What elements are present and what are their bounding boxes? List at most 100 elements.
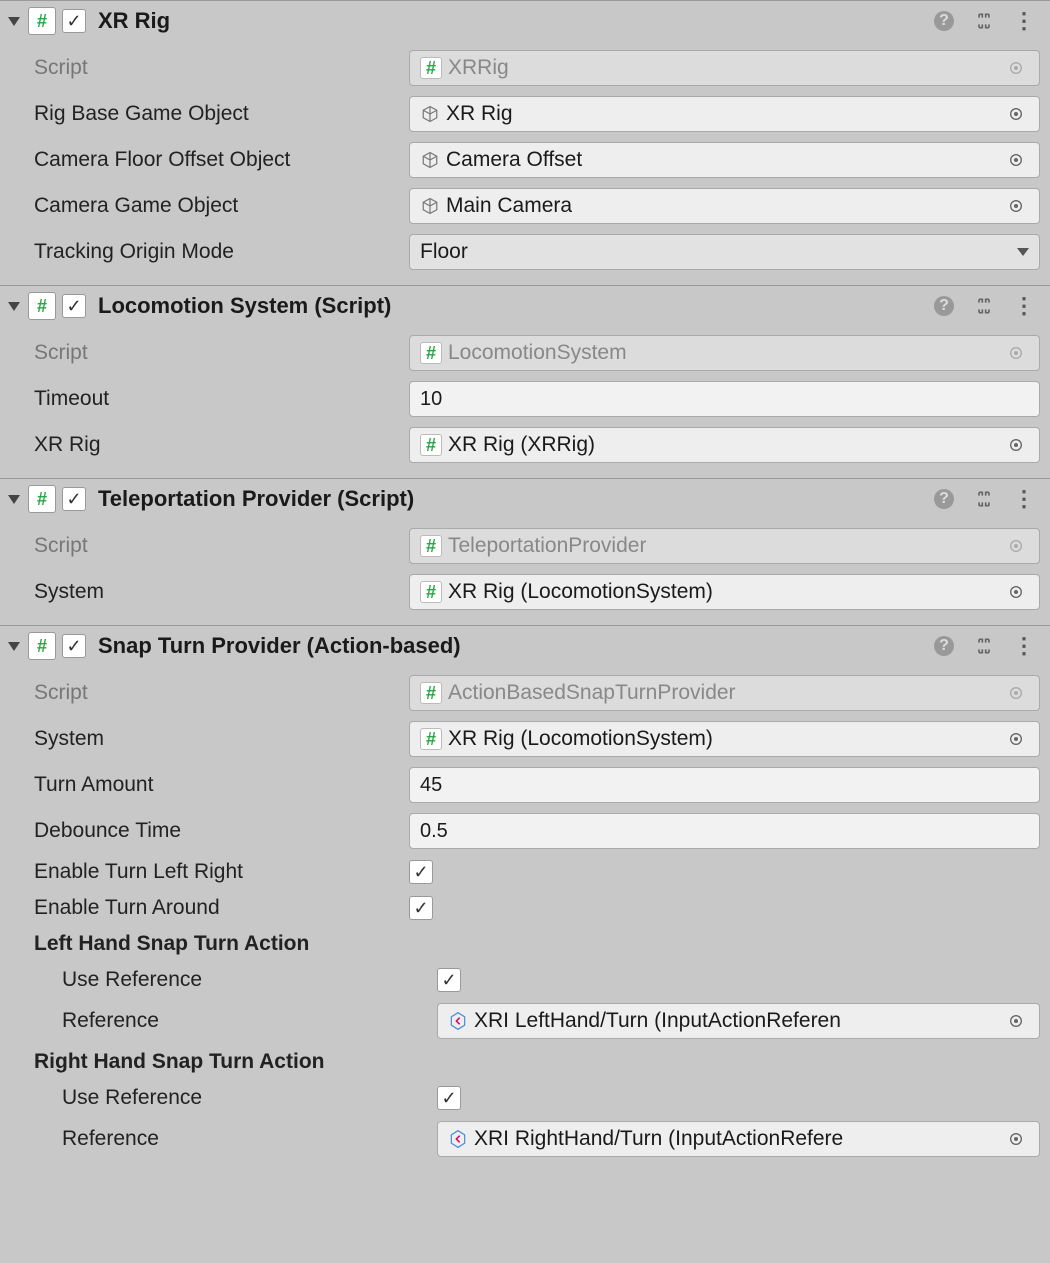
object-picker-button[interactable] (1003, 198, 1029, 214)
preset-icon[interactable] (972, 634, 996, 658)
object-field[interactable]: # XR Rig (LocomotionSystem) (409, 721, 1040, 757)
object-field-value: Main Camera (446, 194, 572, 218)
object-field: #LocomotionSystem (409, 335, 1040, 371)
object-field[interactable]: Camera Offset (409, 142, 1040, 178)
checkbox[interactable] (437, 1086, 461, 1110)
property-row: Camera Game ObjectMain Camera (34, 183, 1040, 229)
component-teleport: #Teleportation Provider (Script) Script # T… (0, 478, 1050, 625)
gameobject-icon (420, 196, 440, 216)
gameobject-icon (420, 104, 440, 124)
object-picker-button[interactable] (1003, 106, 1029, 122)
component-body: Script#LocomotionSystemTimeout10XR Rig#X… (0, 326, 1050, 478)
component-header[interactable]: # Locomotion System (Script) (0, 286, 1050, 326)
object-picker-button[interactable] (1003, 1013, 1029, 1029)
object-field-value: XR Rig (LocomotionSystem) (448, 580, 713, 604)
text-input-value: 45 (420, 774, 442, 797)
context-menu-icon[interactable] (1012, 487, 1036, 511)
object-field-value: TeleportationProvider (448, 534, 646, 558)
context-menu-icon[interactable] (1012, 634, 1036, 658)
object-field[interactable]: XRI RightHand/Turn (InputActionRefere (437, 1121, 1040, 1157)
property-label: Rig Base Game Object (34, 102, 409, 126)
component-header[interactable]: #Snap Turn Provider (Action-based) (0, 626, 1050, 666)
dropdown-field[interactable]: Floor (409, 234, 1040, 270)
hash-icon: # (420, 535, 442, 557)
foldout-toggle[interactable] (8, 495, 20, 504)
property-label: Tracking Origin Mode (34, 240, 409, 264)
object-field-value: XRI LeftHand/Turn (InputActionReferen (474, 1009, 841, 1033)
property-label: Use Reference (62, 1086, 437, 1110)
checkbox[interactable] (409, 896, 433, 920)
context-menu-icon[interactable] (1012, 294, 1036, 318)
property-row: ReferenceXRI LeftHand/Turn (InputActionR… (34, 998, 1040, 1044)
object-field-value: XR Rig (LocomotionSystem) (448, 727, 713, 751)
object-field[interactable]: # XR Rig (LocomotionSystem) (409, 574, 1040, 610)
component-enabled-checkbox[interactable] (62, 487, 86, 511)
object-field[interactable]: Main Camera (409, 188, 1040, 224)
text-input[interactable]: 0.5 (409, 813, 1040, 849)
property-label: Reference (62, 1127, 437, 1151)
component-header[interactable]: #XR Rig (0, 1, 1050, 41)
object-field: # TeleportationProvider (409, 528, 1040, 564)
property-row: Rig Base Game ObjectXR Rig (34, 91, 1040, 137)
context-menu-icon[interactable] (1012, 9, 1036, 33)
property-row: Enable Turn Left Right (34, 854, 1040, 890)
property-label: Enable Turn Left Right (34, 860, 409, 884)
help-icon[interactable] (932, 9, 956, 33)
object-picker-button (1003, 685, 1029, 701)
object-field-value: XR Rig (XRRig) (448, 433, 595, 457)
object-picker-button[interactable] (1003, 437, 1029, 453)
script-icon: # (28, 292, 56, 320)
object-picker-button[interactable] (1003, 584, 1029, 600)
property-row: ReferenceXRI RightHand/Turn (InputAction… (34, 1116, 1040, 1162)
component-enabled-checkbox[interactable] (62, 634, 86, 658)
object-field-value: LocomotionSystem (448, 341, 627, 365)
component-title: XR Rig (98, 8, 926, 34)
preset-icon[interactable] (972, 9, 996, 33)
component-body: Script#XRRigRig Base Game ObjectXR RigCa… (0, 41, 1050, 285)
dropdown-value: Floor (420, 240, 468, 264)
checkbox[interactable] (409, 860, 433, 884)
object-picker-button[interactable] (1003, 152, 1029, 168)
property-label: Script (34, 341, 409, 365)
component-enabled-checkbox[interactable] (62, 9, 86, 33)
hash-icon: # (420, 728, 442, 750)
property-row: Tracking Origin Mode Floor (34, 229, 1040, 275)
input-action-icon (448, 1129, 468, 1149)
preset-icon[interactable] (972, 294, 996, 318)
object-field[interactable]: #XR Rig (XRRig) (409, 427, 1040, 463)
property-label: Script (34, 681, 409, 705)
input-action-icon (448, 1011, 468, 1031)
property-row: Script#XRRig (34, 45, 1040, 91)
property-label: Camera Floor Offset Object (34, 148, 409, 172)
component-body: Script#TeleportationProviderSystem#XR Ri… (0, 519, 1050, 625)
text-input-value: 0.5 (420, 820, 448, 843)
object-picker-button[interactable] (1003, 1131, 1029, 1147)
foldout-toggle[interactable] (8, 642, 20, 651)
text-input[interactable]: 45 (409, 767, 1040, 803)
object-field[interactable]: XRI LeftHand/Turn (InputActionReferen (437, 1003, 1040, 1039)
help-icon[interactable] (932, 294, 956, 318)
property-label: System (34, 727, 409, 751)
checkbox[interactable] (437, 968, 461, 992)
help-icon[interactable] (932, 487, 956, 511)
preset-icon[interactable] (972, 487, 996, 511)
foldout-toggle[interactable] (8, 302, 20, 311)
object-field-value: Camera Offset (446, 148, 582, 172)
property-row: System#XR Rig (LocomotionSystem) (34, 569, 1040, 615)
object-field-value: ActionBasedSnapTurnProvider (448, 681, 736, 705)
component-xrrig: #XR RigScript#XRRigRig Base Game ObjectX… (0, 0, 1050, 285)
property-label: Timeout (34, 387, 409, 411)
component-title: Locomotion System (Script) (98, 293, 926, 319)
component-snapturn: #Snap Turn Provider (Action-based) Script… (0, 625, 1050, 1172)
object-field[interactable]: XR Rig (409, 96, 1040, 132)
help-icon[interactable] (932, 634, 956, 658)
foldout-toggle[interactable] (8, 17, 20, 26)
component-header[interactable]: #Teleportation Provider (Script) (0, 479, 1050, 519)
property-label: Use Reference (62, 968, 437, 992)
hash-icon: # (420, 581, 442, 603)
property-label: Script (34, 534, 409, 558)
property-row: Script#LocomotionSystem (34, 330, 1040, 376)
object-picker-button[interactable] (1003, 731, 1029, 747)
text-input[interactable]: 10 (409, 381, 1040, 417)
component-enabled-checkbox[interactable] (62, 294, 86, 318)
